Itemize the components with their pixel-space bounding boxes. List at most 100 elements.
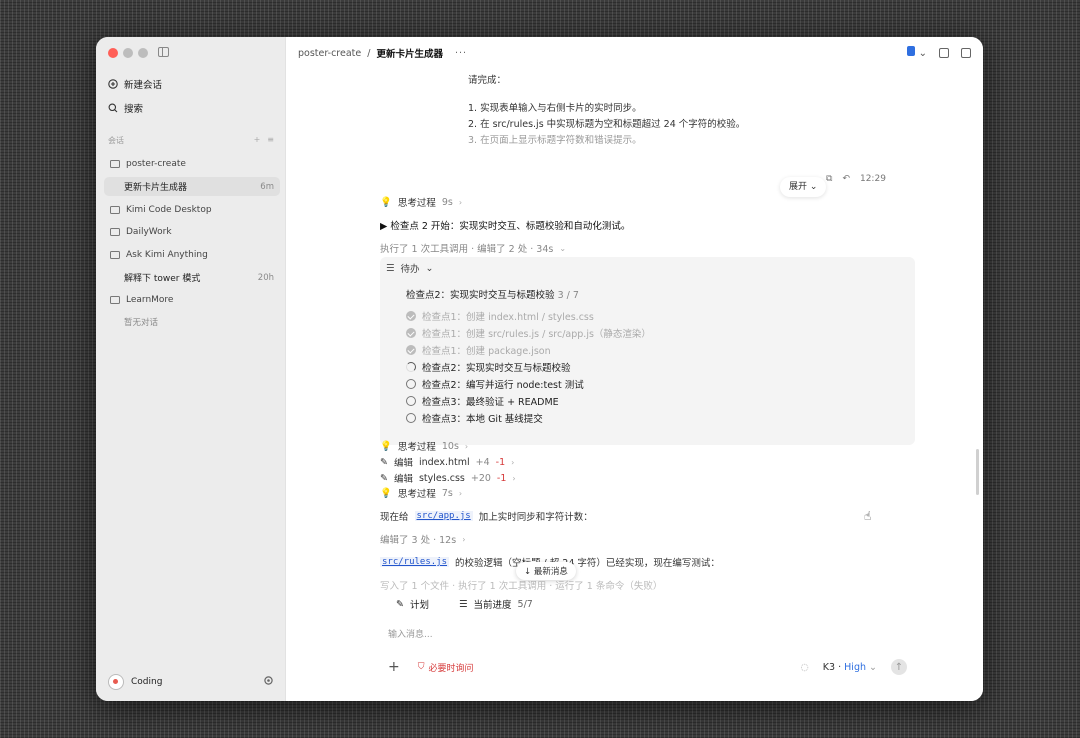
terminal-icon[interactable] [939,47,949,58]
search-label: 搜索 [124,104,144,115]
sidebar-project-kimi-code-desktop[interactable]: Kimi Code Desktop [104,200,280,219]
expand-button[interactable]: 展开 ⌄ [780,177,827,197]
user-message-line: 2. 在 src/rules.js 中实现标题为空和标题超过 24 个字符的校验… [468,119,746,130]
lightbulb-icon: 💡 [380,440,392,452]
chat-time: 6m [260,181,274,192]
undo-icon[interactable]: ↶ [842,174,850,184]
folder-icon [110,250,120,259]
copy-icon[interactable]: ⧉ [826,174,832,184]
chevron-down-icon: ⌄ [809,182,818,192]
project-label: Kimi Code Desktop [126,204,212,215]
check-done-icon [406,345,416,355]
scrollbar[interactable] [976,449,979,495]
new-chat-button[interactable]: 新建会话 [108,77,162,91]
edit-summary-row[interactable]: 编辑了 3 处 · 12s › [380,532,465,547]
project-label: DailyWork [126,226,172,237]
message-input[interactable]: 输入消息... [388,627,433,640]
thinking-row[interactable]: 💡 思考过程 9s › [380,195,462,210]
jump-to-latest-button[interactable]: ↓ 最新消息 [516,562,576,580]
search-button[interactable]: 搜索 [108,101,143,115]
chevron-right-icon: › [464,441,469,451]
plan-label: 计划 [409,600,429,611]
file-link[interactable]: src/rules.js [380,557,450,567]
edit-file: styles.css [418,472,465,484]
thinking-label: 思考过程 [397,489,436,500]
edit-row[interactable]: ✎ 编辑 index.html +4 -1 › [380,455,515,470]
thinking-row[interactable]: 💡 思考过程 10s › [380,439,469,454]
breadcrumb: poster-create / 更新卡片生成器 ··· [298,46,467,61]
breadcrumb-project[interactable]: poster-create [298,48,361,59]
todo-item: 检查点2：实现实时交互与标题校验 [406,360,571,374]
ask-mode-button[interactable]: ⛉ 必要时询问 [418,661,474,674]
page-title[interactable]: 更新卡片生成器 [376,46,443,60]
sidebar-chat-update-card[interactable]: 更新卡片生成器 6m [104,177,280,196]
folder-icon [110,227,120,236]
send-button[interactable]: ↑ [891,659,907,675]
todo-item: 检查点1：创建 package.json [406,343,551,357]
ask-mode-label: 必要时询问 [428,663,474,674]
lightbulb-icon: 💡 [380,487,392,499]
sort-icon[interactable]: ≡ [267,135,274,146]
plan-button[interactable]: ✎ 计划 [396,597,429,612]
hand-cursor-icon: ☝ [864,509,872,523]
tool-summary-row[interactable]: 执行了 1 次工具调用 · 编辑了 2 处 · 34s ⌄ [380,241,566,256]
close-window-button[interactable] [108,48,118,58]
spinner-icon [406,362,416,372]
thinking-label: 思考过程 [397,442,436,453]
chevron-down-icon: ⌄ [918,48,927,59]
checkpoint-start-text: ▶ 检查点 2 开始：实现实时交互、标题校验和自动化测试。 [380,221,631,232]
todo-item-text: 检查点1：创建 index.html / styles.css [422,312,594,323]
thinking-row[interactable]: 💡 思考过程 7s › [380,486,462,501]
todo-header[interactable]: ☰ 待办 ⌄ [386,261,434,276]
attach-button[interactable]: + [388,659,400,675]
edit-additions: +4 [475,456,490,468]
chevron-right-icon: › [511,457,515,467]
pencil-icon: ✎ [380,472,388,484]
edit-additions: +20 [470,472,491,484]
sidebar: 新建会话 搜索 会话 + ≡ poster-create 更新卡片生成器 6m … [96,37,286,701]
chats-section-header: 会话 + ≡ [108,135,274,146]
user-account-button[interactable]: Coding [108,674,162,690]
sidebar-project-learnmore[interactable]: LearnMore [104,290,280,309]
shield-icon: ⛉ [417,662,425,672]
todo-item-text: 检查点3：本地 Git 基线提交 [422,414,543,425]
zoom-window-button[interactable] [138,48,148,58]
user-message-line: 3. 在页面上显示标题字符数和错误提示。 [468,135,642,146]
composer[interactable]: 输入消息... + ⛉ 必要时询问 ◌ K3 · High ⌄ ↑ [380,615,915,693]
minimize-window-button[interactable] [123,48,133,58]
more-options-button[interactable]: ··· [455,48,467,59]
todo-item-text: 检查点1：创建 src/rules.js / src/app.js（静态渲染） [422,329,651,340]
edit-label: 编辑 [393,458,413,469]
todo-item-text: 检查点3：最终验证 + README [422,397,559,408]
thinking-duration: 10s [441,440,459,452]
progress-button[interactable]: ☰ 当前进度 5/7 [459,597,533,612]
todo-item: 检查点1：创建 index.html / styles.css [406,309,594,323]
todo-item: 检查点3：本地 Git 基线提交 [406,411,543,425]
pencil-icon: ✎ [380,456,388,468]
chat-title: 解释下 tower 模式 [124,274,201,284]
chevron-right-icon: › [512,473,516,483]
sidebar-chat-tower-mode[interactable]: 解释下 tower 模式 20h [104,268,280,287]
right-panel-toggle-icon[interactable] [961,47,971,58]
edit-row[interactable]: ✎ 编辑 styles.css +20 -1 › [380,471,516,486]
file-link[interactable]: src/app.js [414,511,473,521]
user-message: 请完成： 1. 实现表单输入与右侧卡片的实时同步。 2. 在 src/rules… [468,73,828,197]
sidebar-toggle-icon[interactable] [158,47,169,57]
sidebar-project-ask-kimi[interactable]: Ask Kimi Anything [104,245,280,264]
section-label: 会话 [108,136,124,145]
edit-deletions: -1 [495,456,506,468]
thinking-duration: 9s [441,196,453,208]
open-in-app-button[interactable]: ⌄ [907,46,927,59]
folder-icon [110,159,120,168]
window-controls [108,48,148,58]
sidebar-project-dailywork[interactable]: DailyWork [104,222,280,241]
model-selector[interactable]: K3 · High ⌄ [823,662,877,673]
avatar [108,674,124,690]
circle-icon [406,379,416,389]
settings-icon[interactable] [263,675,274,689]
add-project-icon[interactable]: + [254,135,261,146]
todo-progress: 3 / 7 [557,290,579,301]
sidebar-project-poster-create[interactable]: poster-create [104,154,280,173]
topbar-actions: ⌄ [907,46,971,59]
lightbulb-icon: 💡 [380,196,392,208]
